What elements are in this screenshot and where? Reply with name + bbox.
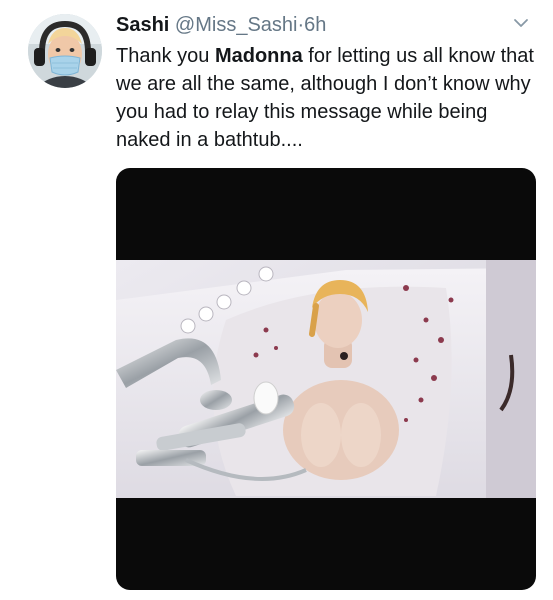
tweet-text: Thank you Madonna for letting us all kno…	[116, 42, 536, 154]
author-handle[interactable]: @Miss_Sashi	[175, 14, 298, 36]
media-thumbnail	[116, 260, 536, 498]
tweet-header: Sashi @Miss_Sashi·6h	[116, 12, 533, 38]
author-name[interactable]: Sashi	[116, 14, 169, 36]
tweet-text-part: Thank you	[116, 45, 215, 67]
mention-bold: Madonna	[214, 45, 303, 67]
tweet-media[interactable]	[116, 168, 536, 590]
avatar-image	[28, 14, 102, 88]
timestamp[interactable]: 6h	[304, 14, 326, 36]
chevron-down-icon[interactable]	[513, 16, 529, 30]
avatar[interactable]	[28, 14, 102, 88]
